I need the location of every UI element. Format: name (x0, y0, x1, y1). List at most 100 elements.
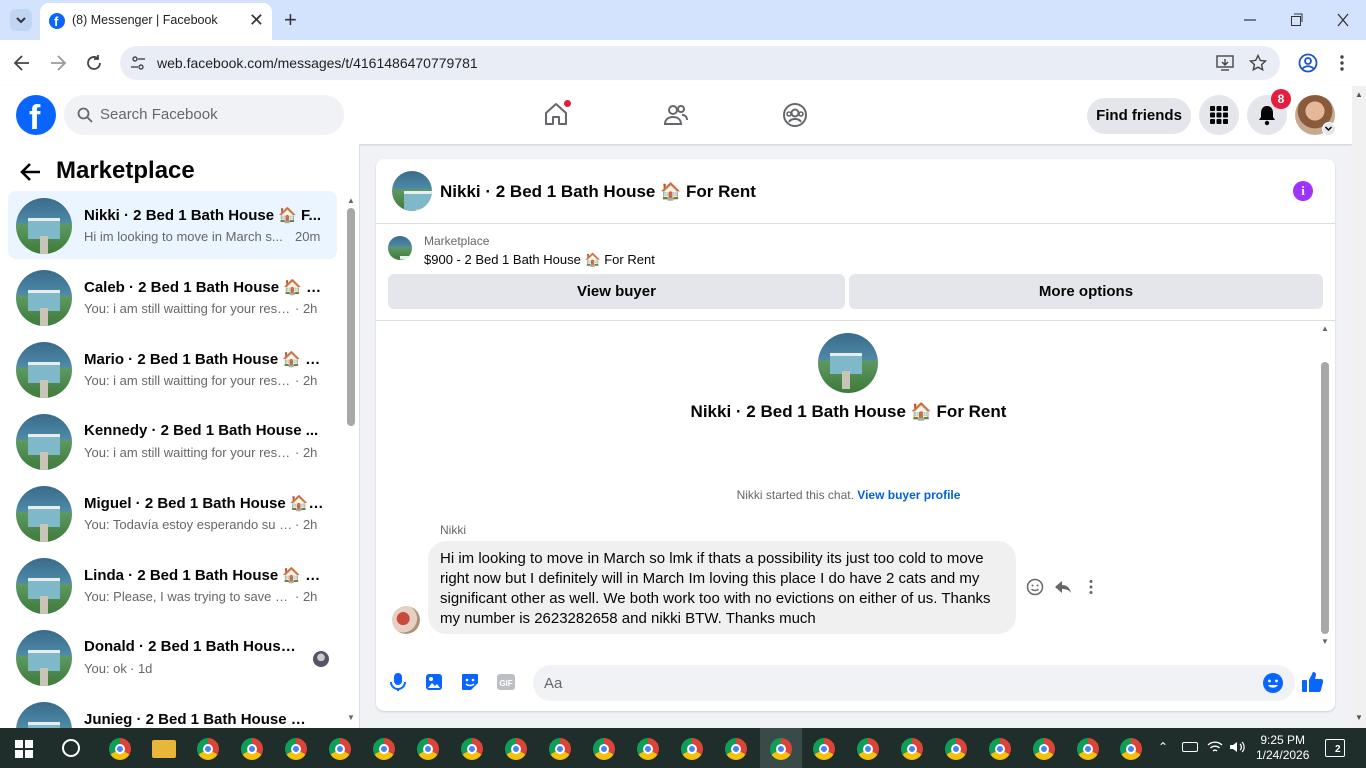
reply-button[interactable] (1054, 578, 1072, 596)
search-input[interactable]: Search Facebook (64, 95, 344, 135)
back-button-marketplace[interactable] (20, 161, 42, 183)
taskbar-chrome-icon[interactable] (989, 738, 1011, 760)
conversation-item-junieg[interactable]: Junieg · 2 Bed 1 Bath House 🏠 ... (8, 695, 337, 728)
like-button[interactable] (1301, 670, 1325, 694)
message-more-button[interactable] (1082, 578, 1100, 596)
reload-button[interactable] (85, 52, 103, 74)
back-button[interactable] (13, 52, 31, 74)
taskbar-search-circle-icon[interactable] (62, 739, 80, 757)
taskbar-chrome-icon[interactable] (681, 738, 703, 760)
taskbar-chrome-icon[interactable] (109, 738, 131, 760)
battery-icon[interactable] (1182, 742, 1198, 752)
conversation-name: Miguel · 2 Bed 1 Bath House 🏠 ... (84, 495, 324, 512)
facebook-logo-icon[interactable]: f (16, 95, 56, 137)
conversation-item-miguel[interactable]: Miguel · 2 Bed 1 Bath House 🏠 ... You: T… (8, 479, 337, 547)
taskbar-chrome-icon[interactable] (461, 738, 483, 760)
taskbar-chrome-icon[interactable] (1077, 738, 1099, 760)
view-buyer-button[interactable]: View buyer (388, 274, 845, 309)
bookmark-star-icon[interactable] (1249, 54, 1267, 72)
menu-button[interactable] (1199, 95, 1239, 135)
page-scroll-up-icon[interactable]: ▲ (1355, 90, 1363, 99)
taskbar-chrome-icon[interactable] (637, 738, 659, 760)
conversation-item-linda[interactable]: Linda · 2 Bed 1 Bath House 🏠 F... You: P… (8, 551, 337, 619)
sidebar-scroll-up-icon[interactable]: ▲ (347, 196, 355, 205)
chat-scroll-up-icon[interactable]: ▲ (1321, 324, 1329, 333)
conversation-item-kennedy[interactable]: Kennedy · 2 Bed 1 Bath House ... You: i … (8, 407, 337, 475)
taskbar-chrome-icon[interactable] (197, 738, 219, 760)
taskbar-chrome-icon[interactable] (813, 738, 835, 760)
nav-home[interactable] (543, 99, 572, 127)
taskbar-file-explorer-icon[interactable] (152, 740, 176, 758)
gif-button[interactable]: GIF (496, 672, 516, 692)
nav-friends[interactable] (663, 102, 689, 128)
chat-title[interactable]: Nikki · 2 Bed 1 Bath House 🏠 For Rent (440, 182, 756, 202)
chevron-down-icon (16, 17, 26, 24)
tray-chevron-up-icon[interactable]: ⌃ (1158, 740, 1168, 754)
voice-clip-button[interactable] (388, 672, 408, 692)
wifi-icon[interactable] (1207, 740, 1223, 754)
restore-button[interactable] (1290, 9, 1304, 31)
conversation-item-mario[interactable]: Mario · 2 Bed 1 Bath House 🏠 F... You: i… (8, 335, 337, 403)
browser-tab-active[interactable]: (8) Messenger | Facebook ✕ (40, 3, 272, 40)
chat-scrollbar[interactable] (1321, 362, 1329, 634)
attach-photo-button[interactable] (424, 672, 444, 692)
info-icon[interactable]: i (1293, 181, 1313, 201)
taskbar-chrome-icon[interactable] (593, 738, 615, 760)
taskbar-chrome-icon[interactable] (725, 738, 747, 760)
listing-thumbnail[interactable] (388, 236, 412, 260)
view-buyer-profile-link[interactable]: View buyer profile (857, 488, 960, 502)
address-bar[interactable]: web.facebook.com/messages/t/416148647077… (120, 46, 1280, 80)
tab-search-button[interactable] (10, 9, 32, 31)
taskbar-chrome-icon-active[interactable] (770, 738, 792, 760)
more-options-button[interactable]: More options (849, 274, 1323, 309)
close-icon (1337, 13, 1349, 27)
new-tab-button[interactable]: + (284, 8, 297, 32)
site-settings-icon[interactable] (130, 55, 146, 71)
conversation-item-nikki[interactable]: Nikki · 2 Bed 1 Bath House 🏠 F... Hi im … (8, 191, 337, 259)
minimize-button[interactable] (1243, 9, 1257, 31)
account-avatar[interactable] (1295, 95, 1336, 136)
conversation-item-donald[interactable]: Donald · 2 Bed 1 Bath House ... You: ok … (8, 623, 337, 691)
taskbar-chrome-icon[interactable] (945, 738, 967, 760)
taskbar-chrome-icon[interactable] (901, 738, 923, 760)
emoji-button[interactable] (1262, 672, 1284, 694)
sidebar-scroll-down-icon[interactable]: ▼ (347, 713, 355, 722)
page-scrollbar-track[interactable] (1352, 86, 1366, 728)
start-button[interactable] (15, 740, 33, 758)
profile-button[interactable] (1297, 52, 1319, 74)
conversation-time: · 2h (295, 589, 318, 604)
taskbar-clock[interactable]: 9:25 PM 1/24/2026 (1256, 733, 1309, 763)
taskbar-chrome-icon[interactable] (1120, 738, 1142, 760)
notification-center-button[interactable]: 2 (1325, 739, 1345, 757)
chat-scroll-down-icon[interactable]: ▼ (1321, 637, 1329, 646)
taskbar-chrome-icon[interactable] (285, 738, 307, 760)
find-friends-button[interactable]: Find friends (1087, 98, 1191, 134)
taskbar-chrome-icon[interactable] (329, 738, 351, 760)
sender-avatar[interactable] (392, 606, 420, 634)
restore-icon (1291, 13, 1303, 26)
volume-icon[interactable] (1229, 740, 1245, 754)
conversation-item-caleb[interactable]: Caleb · 2 Bed 1 Bath House 🏠 F... You: i… (8, 263, 337, 331)
taskbar-chrome-icon[interactable] (505, 738, 527, 760)
react-button[interactable] (1026, 578, 1044, 596)
chat-header-avatar[interactable] (392, 171, 432, 211)
page-scroll-down-icon[interactable]: ▼ (1355, 713, 1363, 722)
taskbar-chrome-icon[interactable] (373, 738, 395, 760)
forward-button[interactable] (49, 52, 67, 74)
browser-menu-button[interactable] (1335, 52, 1349, 74)
taskbar-chrome-icon[interactable] (241, 738, 263, 760)
message-input[interactable]: Aa (533, 665, 1295, 701)
taskbar-chrome-icon[interactable] (549, 738, 571, 760)
close-window-button[interactable] (1336, 9, 1350, 31)
sticker-button[interactable] (460, 672, 480, 692)
nav-groups[interactable] (782, 102, 808, 128)
taskbar-chrome-icon[interactable] (857, 738, 879, 760)
message-bubble[interactable]: Hi im looking to move in March so lmk if… (428, 541, 1016, 634)
tab-close-icon[interactable]: ✕ (249, 10, 264, 30)
sidebar-scrollbar[interactable] (347, 208, 355, 426)
listing-avatar (16, 702, 72, 728)
install-app-icon[interactable] (1216, 54, 1234, 72)
listing-title[interactable]: $900 - 2 Bed 1 Bath House 🏠 For Rent (424, 252, 655, 268)
taskbar-chrome-icon[interactable] (417, 738, 439, 760)
taskbar-chrome-icon[interactable] (1033, 738, 1055, 760)
